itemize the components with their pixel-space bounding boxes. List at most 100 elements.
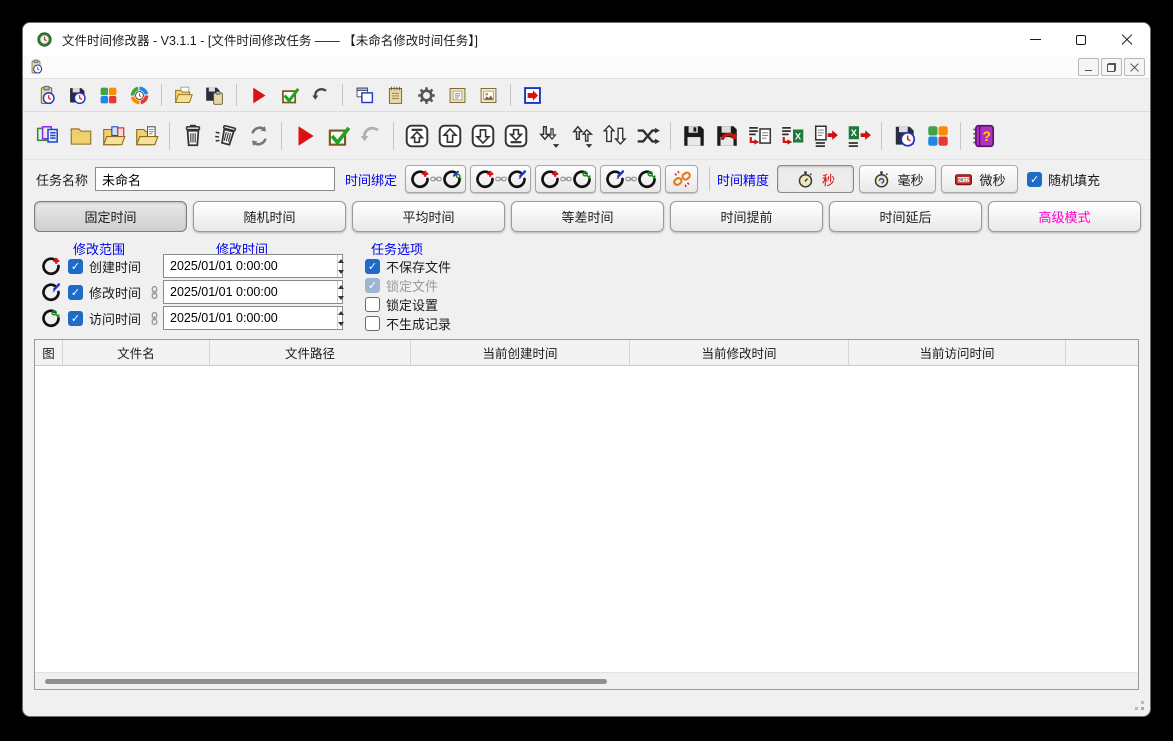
- move-top-button[interactable]: [400, 118, 433, 154]
- complete-task-button[interactable]: [274, 81, 305, 109]
- import-excel-button[interactable]: [776, 118, 809, 154]
- task-windows-button[interactable]: [93, 81, 124, 109]
- tab-random-time[interactable]: 随机时间: [193, 201, 346, 232]
- horizontal-scrollbar[interactable]: [35, 672, 1138, 689]
- about-button[interactable]: [473, 81, 504, 109]
- import-text-button[interactable]: [743, 118, 776, 154]
- spin-down-icon: [338, 322, 344, 326]
- remove-selected-button[interactable]: [176, 118, 209, 154]
- modify-time-spin-up[interactable]: [338, 281, 344, 292]
- option-no-record-checkbox[interactable]: [365, 316, 380, 331]
- new-task-button[interactable]: [31, 81, 62, 109]
- shuffle-order-button[interactable]: [631, 118, 664, 154]
- close-button[interactable]: [1104, 23, 1150, 56]
- clear-list-button[interactable]: [209, 118, 242, 154]
- mdi-restore-button[interactable]: [1101, 58, 1122, 76]
- option-lock-settings-label: 锁定设置: [386, 295, 438, 314]
- tab-advanced-mode[interactable]: 高级模式: [988, 201, 1141, 232]
- save-list-button[interactable]: [677, 118, 710, 154]
- add-folder-files-button[interactable]: [97, 118, 130, 154]
- bind-create-modify-button[interactable]: [470, 165, 531, 193]
- undo-task-button[interactable]: [305, 81, 336, 109]
- modify-time-spinner[interactable]: [337, 281, 344, 303]
- mdi-minimize-button[interactable]: [1078, 58, 1099, 76]
- time-tool-button[interactable]: [124, 81, 155, 109]
- create-time-spinner[interactable]: [337, 255, 344, 277]
- sort-desc-button[interactable]: [532, 118, 565, 154]
- horizontal-scrollbar-thumb[interactable]: [45, 679, 607, 684]
- checkbox-icon: [325, 123, 351, 149]
- register-button[interactable]: [442, 81, 473, 109]
- access-time-datetime-input[interactable]: [164, 307, 337, 329]
- option-no-save-file-checkbox[interactable]: [365, 259, 380, 274]
- help-button[interactable]: [967, 118, 1000, 154]
- tab-fixed-time[interactable]: 固定时间: [34, 201, 187, 232]
- access-time-spin-down[interactable]: [338, 318, 344, 329]
- create-time-spin-up[interactable]: [338, 255, 344, 266]
- main-toolbar: [23, 79, 1150, 112]
- create-time-datetime-input[interactable]: [164, 255, 337, 277]
- precision-milliseconds-button[interactable]: 毫秒: [859, 165, 936, 193]
- undo-button[interactable]: [354, 118, 387, 154]
- mdi-close-button[interactable]: [1124, 58, 1145, 76]
- tab-time-delay[interactable]: 时间延后: [829, 201, 982, 232]
- tab-arithmetic-time[interactable]: 等差时间: [511, 201, 664, 232]
- save-file-time-button[interactable]: [888, 118, 921, 154]
- access-time-spin-up[interactable]: [338, 307, 344, 318]
- modify-time-checkbox[interactable]: [68, 285, 83, 300]
- save-list-as-button[interactable]: [710, 118, 743, 154]
- modify-time-datetime-input[interactable]: [164, 281, 337, 303]
- save-task-button[interactable]: [62, 81, 93, 109]
- column-header-文件名[interactable]: 文件名: [63, 340, 210, 365]
- reverse-order-button[interactable]: [598, 118, 631, 154]
- resize-grip[interactable]: [1141, 707, 1144, 710]
- precision-microseconds-button[interactable]: 微秒: [941, 165, 1018, 193]
- bind-create-access-button[interactable]: [535, 165, 596, 193]
- open-task-button[interactable]: [168, 81, 199, 109]
- maximize-button[interactable]: [1058, 23, 1104, 56]
- exit-button[interactable]: [517, 81, 548, 109]
- column-header-当前访问时间[interactable]: 当前访问时间: [849, 340, 1066, 365]
- column-header-图[interactable]: 图: [35, 340, 63, 365]
- save-as-task-button[interactable]: [199, 81, 230, 109]
- window-list-button[interactable]: [921, 118, 954, 154]
- minimize-button[interactable]: [1012, 23, 1058, 56]
- column-header-文件路径[interactable]: 文件路径: [210, 340, 411, 365]
- add-folder-subfolder-button[interactable]: [130, 118, 163, 154]
- complete-button[interactable]: [321, 118, 354, 154]
- column-header-当前修改时间[interactable]: 当前修改时间: [630, 340, 849, 365]
- create-time-checkbox[interactable]: [68, 259, 83, 274]
- export-excel-button[interactable]: [842, 118, 875, 154]
- random-fill-checkbox[interactable]: [1027, 172, 1042, 187]
- task-name-input[interactable]: [95, 167, 335, 191]
- move-up-button[interactable]: [433, 118, 466, 154]
- bind-modify-access-button[interactable]: [600, 165, 661, 193]
- add-files-button[interactable]: [31, 118, 64, 154]
- modify-time-spin-down[interactable]: [338, 292, 344, 303]
- run-task-button[interactable]: [243, 81, 274, 109]
- mdi-document-icon: [28, 59, 44, 75]
- precision-seconds-button[interactable]: 秒: [777, 165, 854, 193]
- move-down-button[interactable]: [466, 118, 499, 154]
- tab-average-time[interactable]: 平均时间: [352, 201, 505, 232]
- access-time-checkbox[interactable]: [68, 311, 83, 326]
- add-folder-button[interactable]: [64, 118, 97, 154]
- move-bottom-button[interactable]: [499, 118, 532, 154]
- option-lock-settings-checkbox[interactable]: [365, 297, 380, 312]
- tab-time-advance[interactable]: 时间提前: [670, 201, 823, 232]
- export-text-button[interactable]: [809, 118, 842, 154]
- table-body[interactable]: [35, 366, 1138, 672]
- sort-asc-button[interactable]: [565, 118, 598, 154]
- column-header-当前创建时间[interactable]: 当前创建时间: [411, 340, 630, 365]
- run-button[interactable]: [288, 118, 321, 154]
- unbind-times-button[interactable]: [665, 165, 698, 193]
- records-button[interactable]: [380, 81, 411, 109]
- settings-button[interactable]: [411, 81, 442, 109]
- refresh-list-button[interactable]: [242, 118, 275, 154]
- bind-all-times-button[interactable]: [405, 165, 466, 193]
- new-window-button[interactable]: [349, 81, 380, 109]
- option-no-record: 不生成记录: [365, 314, 451, 332]
- create-time-spin-down[interactable]: [338, 266, 344, 277]
- column-header-extra[interactable]: [1066, 340, 1138, 365]
- access-time-spinner[interactable]: [337, 307, 344, 329]
